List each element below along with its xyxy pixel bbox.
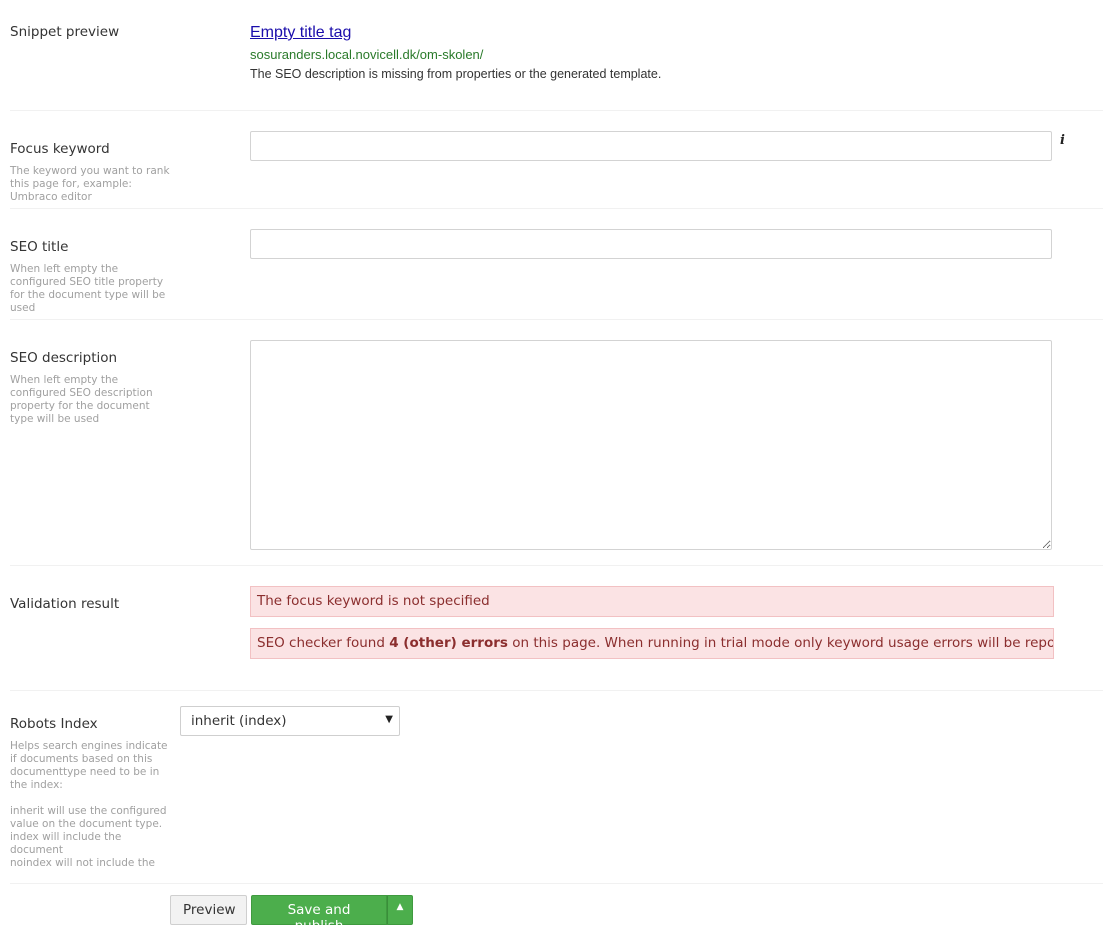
- validation-row: Validation result The focus keyword is n…: [10, 566, 1103, 690]
- divider: [10, 883, 1103, 884]
- caret-down-icon: ▼: [385, 714, 393, 725]
- snippet-description: The SEO description is missing from prop…: [250, 67, 662, 81]
- validation-label: Validation result: [10, 596, 120, 612]
- seo-title-help: When left empty the configured SEO title…: [10, 263, 166, 314]
- snippet-url: sosuranders.local.novicell.dk/om-skolen/: [250, 47, 484, 62]
- robots-index-help: Helps search engines indicate if documen…: [10, 740, 170, 872]
- seo-title-label: SEO title: [10, 239, 69, 255]
- robots-help-noindex: noindex will not include the: [10, 857, 155, 869]
- focus-keyword-input[interactable]: [250, 131, 1052, 161]
- seo-description-textarea[interactable]: [250, 340, 1052, 550]
- robots-help-inherit: inherit will use the configured value on…: [10, 805, 167, 830]
- robots-help-intro: Helps search engines indicate if documen…: [10, 740, 168, 791]
- seo-checker-error-count: 4 (other) errors: [389, 635, 508, 651]
- robots-index-row: Robots Index Helps search engines indica…: [10, 691, 1103, 883]
- focus-keyword-label: Focus keyword: [10, 141, 110, 157]
- seo-checker-error-prefix: SEO checker found: [257, 635, 390, 651]
- robots-help-index: index will include the document: [10, 831, 122, 856]
- seo-checker-error-suffix: on this page. When running in trial mode…: [507, 635, 1054, 651]
- focus-keyword-error-text: The focus keyword is not specified: [257, 593, 490, 609]
- publish-options-button[interactable]: ▲: [387, 895, 413, 925]
- seo-description-help: When left empty the configured SEO descr…: [10, 374, 153, 425]
- seo-title-row: SEO title When left empty the configured…: [10, 209, 1103, 319]
- robots-index-select[interactable]: inherit (index) ▼: [180, 706, 400, 736]
- caret-up-icon: ▲: [396, 902, 404, 912]
- save-and-publish-button[interactable]: Save and publish: [251, 895, 387, 934]
- seo-description-label: SEO description: [10, 350, 118, 366]
- focus-keyword-row: Focus keyword The keyword you want to ra…: [10, 111, 1103, 208]
- focus-keyword-help: The keyword you want to rank this page f…: [10, 165, 170, 203]
- robots-index-label: Robots Index: [10, 716, 98, 732]
- info-icon[interactable]: i: [1060, 133, 1065, 148]
- seo-description-row: SEO description When left empty the conf…: [10, 320, 1103, 565]
- snippet-preview-row: Snippet preview Empty title tag sosurand…: [10, 0, 1103, 110]
- seo-checker-error: SEO checker found 4 (other) errors on th…: [250, 628, 1054, 659]
- preview-button[interactable]: Preview: [170, 895, 247, 925]
- snippet-title-link[interactable]: Empty title tag: [250, 24, 351, 42]
- snippet-preview-label: Snippet preview: [10, 24, 120, 40]
- seo-title-input[interactable]: [250, 229, 1052, 259]
- focus-keyword-error: The focus keyword is not specified: [250, 586, 1054, 617]
- robots-index-selected: inherit (index): [191, 713, 287, 729]
